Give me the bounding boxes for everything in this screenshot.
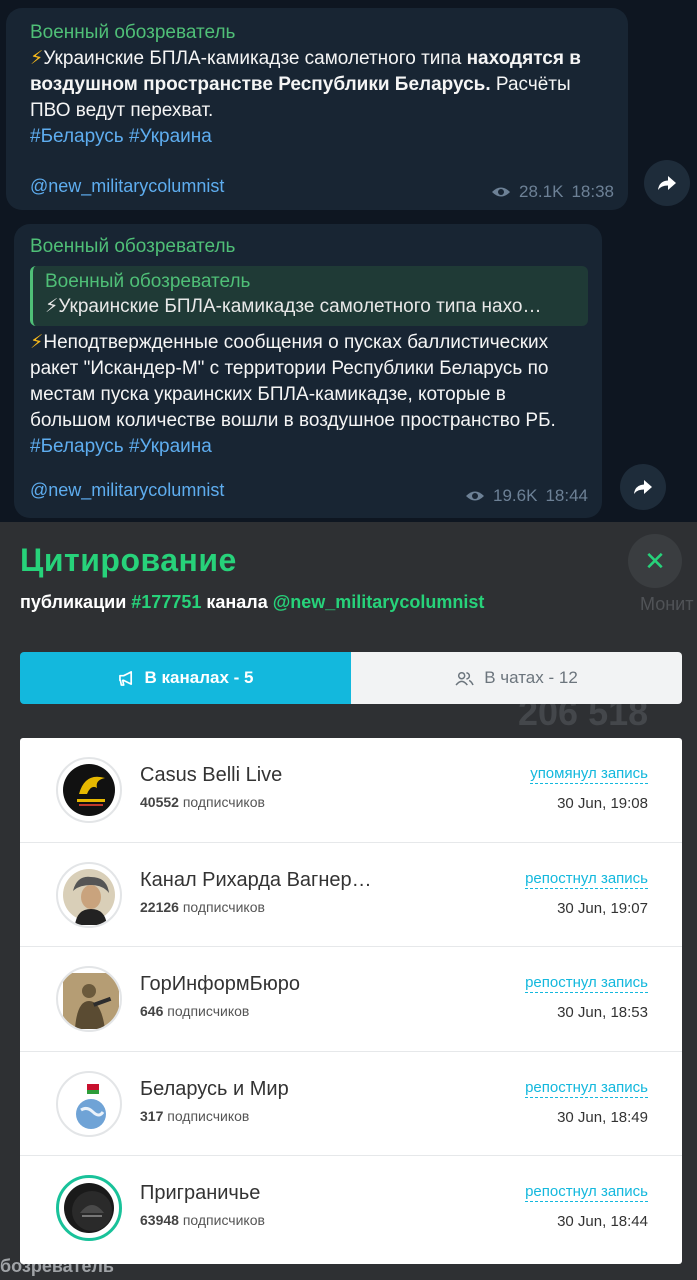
message-hashtags[interactable]: #Беларусь #Украина (30, 434, 588, 460)
citation-time: 30 Jun, 19:08 (557, 795, 648, 812)
channel-name[interactable]: Беларусь и Мир (140, 1078, 289, 1101)
forward-button[interactable] (620, 464, 666, 510)
channel-avatar[interactable] (56, 1175, 122, 1242)
globe-flag-icon (76, 1083, 106, 1129)
channel-name[interactable]: ГорИнформБюро (140, 973, 300, 996)
message-text: ⚡Украинские БПЛА-камикадзе самолетного т… (30, 48, 581, 121)
close-icon: ✕ (644, 545, 666, 576)
close-button[interactable]: ✕ (628, 534, 682, 588)
subscriber-count: 317 подписчиков (140, 1107, 250, 1124)
casus-belli-logo-icon (77, 776, 105, 806)
forward-arrow-icon (634, 480, 652, 494)
citation-type-link[interactable]: репостнул запись (525, 974, 648, 994)
tab-chats[interactable]: В чатах - 12 (351, 652, 682, 704)
lightning-icon: ⚡ (30, 48, 44, 69)
forward-button[interactable] (644, 160, 690, 206)
citation-time: 30 Jun, 19:07 (557, 899, 648, 917)
subscriber-count: 646 подписчиков (140, 1003, 250, 1020)
channel-avatar[interactable] (56, 861, 122, 928)
list-item[interactable]: ГорИнформБюро 646 подписчиков репостнул … (20, 947, 682, 1052)
citation-time: 30 Jun, 18:53 (557, 1004, 648, 1022)
background-monitor-label: Монит (640, 594, 694, 614)
list-item[interactable]: Приграничье 63948 подписчиков репостнул … (20, 1156, 682, 1261)
views-count: 19.6K (493, 486, 538, 505)
channel-name[interactable]: Канал Рихарда Вагнер… (140, 869, 372, 892)
channel-name[interactable]: @new_militarycolumnist (273, 592, 485, 612)
channel-avatar[interactable] (56, 1070, 122, 1137)
forward-arrow-icon (658, 176, 676, 190)
channel-link[interactable]: @new_militarycolumnist (30, 176, 224, 197)
citation-type-link[interactable]: репостнул запись (525, 1183, 648, 1203)
modal-title: Цитирование (20, 542, 237, 578)
telegram-chat: Военный обозреватель ⚡Украинские БПЛА-ка… (0, 0, 697, 522)
border-logo-icon (72, 1191, 112, 1232)
message-meta: 19.6K 18:44 (465, 486, 588, 506)
citing-channels-list: Casus Belli Live 40552 подписчиков упомя… (20, 738, 682, 1264)
citation-type-link[interactable]: упомянул запись (530, 765, 648, 784)
views-eye-icon (492, 187, 511, 197)
message-author[interactable]: Военный обозреватель (30, 22, 612, 44)
post-id[interactable]: #177751 (131, 592, 201, 612)
users-icon (455, 671, 474, 686)
channel-name[interactable]: Casus Belli Live (140, 764, 282, 787)
channel-link[interactable]: @new_militarycolumnist (30, 480, 224, 501)
tab-channels[interactable]: В каналах - 5 (20, 652, 351, 704)
message-author[interactable]: Военный обозреватель (30, 236, 588, 258)
citation-time: 30 Jun, 18:44 (557, 1213, 648, 1231)
channel-avatar[interactable] (56, 966, 122, 1033)
soldier-photo-icon (63, 973, 119, 1030)
channel-avatar[interactable] (56, 757, 122, 823)
subscriber-count: 22126 подписчиков (140, 898, 265, 915)
list-item[interactable]: Беларусь и Мир 317 подписчиков репостнул… (20, 1052, 682, 1157)
list-item[interactable]: Канал Рихарда Вагнер… 22126 подписчиков … (20, 843, 682, 948)
message-text: ⚡Неподтвержденные сообщения о пусках бал… (30, 332, 556, 431)
subscriber-count: 63948 подписчиков (140, 1212, 265, 1229)
citation-type-link[interactable]: репостнул запись (525, 870, 648, 889)
citation-modal: 206 518 Монит бозреватель Цитирование пу… (0, 522, 697, 1280)
message-bubble-2[interactable]: Военный обозреватель Военный обозревател… (14, 224, 602, 518)
message-time: 18:44 (545, 486, 588, 505)
list-item[interactable]: Casus Belli Live 40552 подписчиков упомя… (20, 738, 682, 843)
message-time: 18:38 (571, 182, 614, 201)
quote-text: ⚡Украинские БПЛА-камикадзе самолетного т… (45, 296, 542, 317)
views-eye-icon (466, 491, 485, 501)
lightning-icon: ⚡ (30, 332, 44, 353)
channel-name[interactable]: Приграничье (140, 1182, 260, 1205)
citation-time: 30 Jun, 18:49 (557, 1108, 648, 1126)
quote-author: Военный обозреватель (45, 271, 251, 292)
modal-subtitle: публикации #177751 канала @new_militaryc… (20, 592, 485, 612)
portrait-icon (73, 876, 109, 925)
reply-quote[interactable]: Военный обозреватель ⚡Украинские БПЛА-ка… (30, 266, 588, 326)
citation-type-link[interactable]: репостнул запись (525, 1079, 648, 1098)
megaphone-icon (118, 670, 132, 686)
views-count: 28.1K (519, 182, 564, 201)
message-hashtags[interactable]: #Беларусь #Украина (30, 124, 612, 150)
message-meta: 28.1K 18:38 (491, 182, 614, 202)
citation-tabs: В каналах - 5 В чатах - 12 (20, 652, 682, 704)
message-bubble-1[interactable]: Военный обозреватель ⚡Украинские БПЛА-ка… (6, 8, 628, 210)
subscriber-count: 40552 подписчиков (140, 794, 265, 810)
